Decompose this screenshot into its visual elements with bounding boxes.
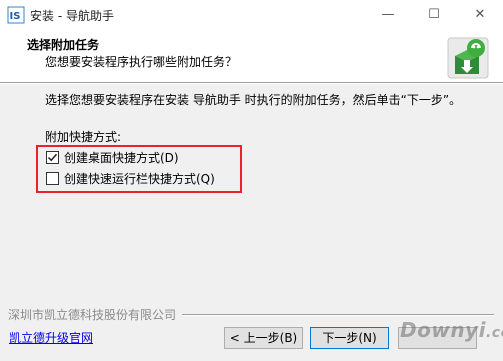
- minimize-icon: —: [381, 7, 395, 22]
- task-label: 创建桌面快捷方式(D): [64, 150, 179, 165]
- window-title: 安装 - 导航助手: [30, 9, 114, 23]
- task-quicklaunch-shortcut[interactable]: 创建快速运行栏快捷方式(Q): [46, 169, 215, 187]
- checkbox-unchecked[interactable]: [46, 171, 59, 185]
- next-button[interactable]: 下一步(N): [310, 327, 389, 349]
- installer-app-icon: IS: [7, 6, 25, 24]
- wizard-header: 选择附加任务 您想要安装程序执行哪些附加任务？: [0, 30, 503, 82]
- watermark-brand: Downyi: [400, 318, 486, 342]
- downyi-watermark: Downyi.com: [400, 318, 503, 342]
- intro-text: 选择您想要安装程序在安装 导航助手 时执行的附加任务，然后单击“下一步”。: [45, 93, 462, 107]
- shortcuts-group-label: 附加快捷方式:: [45, 130, 122, 144]
- setup-logo-icon: [447, 37, 489, 79]
- svg-text:IS: IS: [10, 11, 21, 22]
- page-title: 选择附加任务: [27, 38, 100, 52]
- maximize-icon: ☐: [428, 7, 440, 22]
- back-button[interactable]: < 上一步(B): [224, 327, 303, 349]
- minimize-button[interactable]: —: [365, 0, 411, 30]
- checkbox-checked[interactable]: [46, 150, 59, 164]
- task-label: 创建快速运行栏快捷方式(Q): [64, 171, 215, 186]
- checkmark-icon: [47, 153, 58, 161]
- title-bar: IS 安装 - 导航助手 — ☐ ✕: [0, 0, 503, 30]
- watermark-domain: com: [491, 325, 503, 341]
- upgrade-site-link[interactable]: 凯立德升级官网: [9, 329, 93, 346]
- company-name: 深圳市凯立德科技股份有限公司: [8, 308, 177, 322]
- main-panel: 选择您想要安装程序在安装 导航助手 时执行的附加任务，然后单击“下一步”。 附加…: [0, 84, 503, 324]
- maximize-button[interactable]: ☐: [411, 0, 457, 30]
- close-icon: ✕: [474, 7, 486, 22]
- close-button[interactable]: ✕: [457, 0, 503, 30]
- page-subtitle: 您想要安装程序执行哪些附加任务？: [45, 55, 238, 69]
- task-desktop-shortcut[interactable]: 创建桌面快捷方式(D): [46, 148, 179, 166]
